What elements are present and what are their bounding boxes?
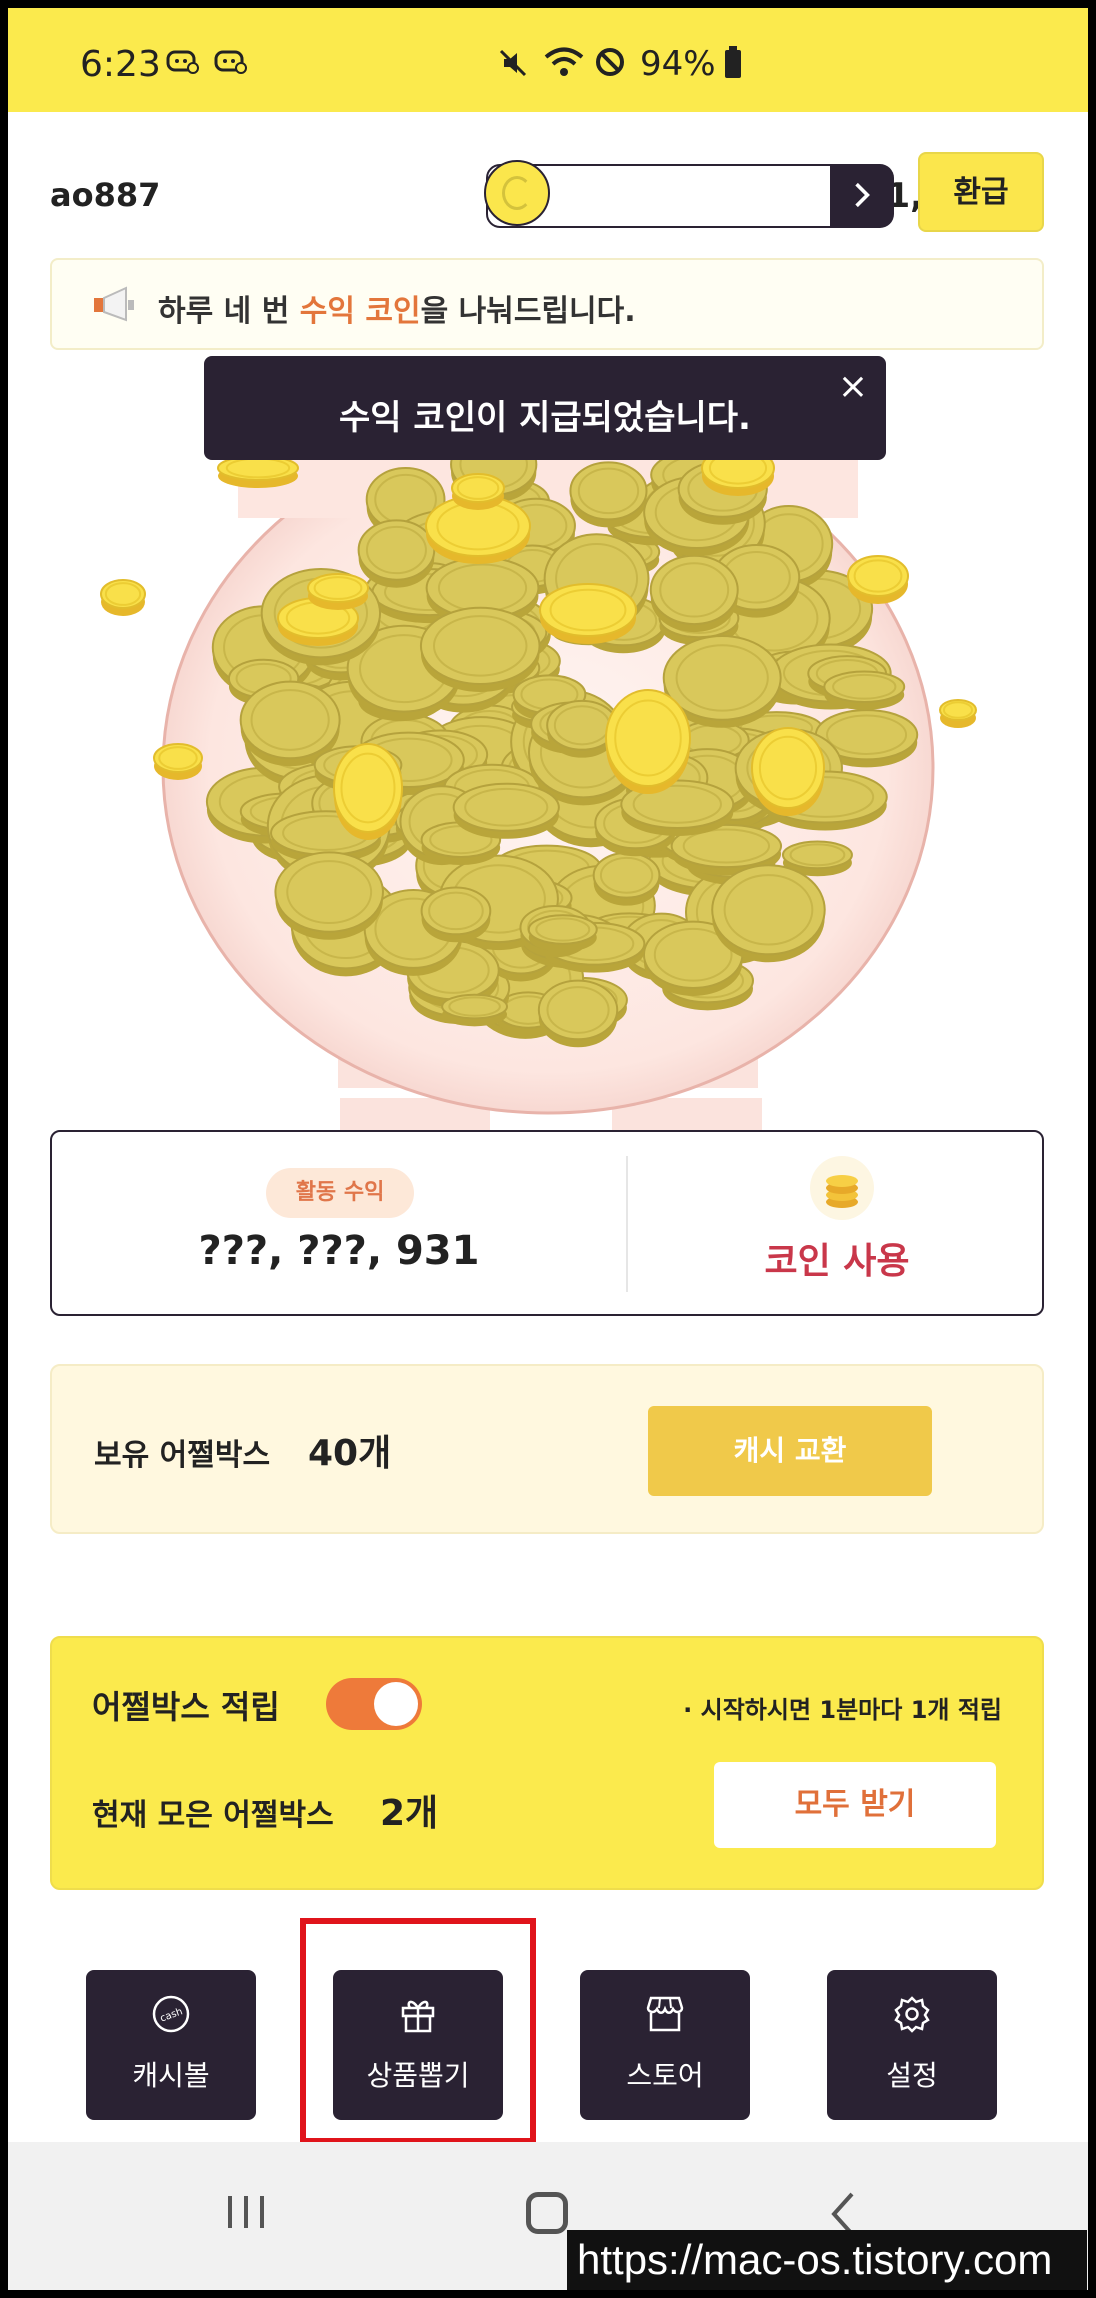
owned-box-count: 40개 <box>308 1433 392 1474</box>
current-box-count: 2개 <box>380 1793 439 1834</box>
menu-label-settings: 설정 <box>886 2059 938 2092</box>
do-not-disturb-icon <box>596 48 624 76</box>
menu-store[interactable]: 스토어 <box>580 1970 750 2120</box>
activity-income-chip: 활동 수익 <box>266 1168 414 1218</box>
status-bar: 6:23 94% <box>8 8 1088 112</box>
cash-ball-icon: cash <box>152 1995 190 2033</box>
coin-detail-arrow-button[interactable] <box>830 164 894 228</box>
status-time: 6:23 <box>80 44 161 85</box>
menu-cash-ball[interactable]: cash 캐시볼 <box>86 1970 256 2120</box>
app-screen: 6:23 94% ao887 1,405 <box>8 8 1088 2290</box>
menu-label-cash-ball: 캐시볼 <box>132 2059 210 2092</box>
accumulate-note: · 시작하시면 1분마다 1개 적립 <box>683 1696 1002 1724</box>
highlight-annotation-box <box>300 1918 536 2144</box>
svg-text:cash: cash <box>159 2006 185 2024</box>
coin-icon <box>484 160 550 226</box>
notification-icon-2 <box>214 50 247 74</box>
refund-button[interactable]: 환급 <box>918 152 1044 232</box>
piggy-bank-illustration <box>100 418 977 1138</box>
owned-box-card: 보유 어쩔박스 40개 캐시 교환 <box>50 1364 1044 1534</box>
username: ao887 <box>50 176 161 214</box>
chevron-right-icon <box>855 182 870 208</box>
activity-income-value: ???, ???, 931 <box>198 1228 480 1274</box>
battery-percent: 94% <box>640 44 716 84</box>
notice-text: 하루 네 번 수익 코인을 나눠드립니다. <box>158 286 636 330</box>
owned-box-label: 보유 어쩔박스 <box>94 1438 271 1473</box>
current-box-label: 현재 모은 어쩔박스 <box>92 1798 334 1833</box>
notification-icon <box>166 50 199 74</box>
recent-apps-icon[interactable] <box>224 2192 268 2232</box>
wifi-icon <box>544 47 584 76</box>
home-icon[interactable] <box>526 2192 568 2234</box>
store-icon <box>646 1996 684 2032</box>
coin-stack-icon <box>810 1156 874 1220</box>
receive-all-button[interactable]: 모두 받기 <box>714 1762 996 1848</box>
toast-text: 수익 코인이 지급되었습니다. <box>339 398 751 438</box>
toast-close-button[interactable]: × <box>838 366 868 407</box>
menu-label-store: 스토어 <box>626 2059 704 2092</box>
notice-suffix: 을 나눠드립니다. <box>420 294 636 329</box>
notice-banner: 하루 네 번 수익 코인을 나눠드립니다. <box>50 258 1044 350</box>
stats-card: 활동 수익 ???, ???, 931 코인 사용 <box>50 1130 1044 1316</box>
watermark-text: https://mac-os.tistory.com <box>567 2230 1087 2290</box>
gear-icon <box>894 1996 930 2033</box>
coin-use-button[interactable]: 코인 사용 <box>628 1232 1046 1284</box>
box-accumulate-card: 어쩔박스 적립 · 시작하시면 1분마다 1개 적립 현재 모은 어쩔박스 2개… <box>50 1636 1044 1890</box>
menu-settings[interactable]: 설정 <box>827 1970 997 2120</box>
accumulate-title: 어쩔박스 적립 <box>92 1688 280 1726</box>
battery-icon <box>725 46 741 78</box>
megaphone-icon <box>94 286 134 322</box>
toast-message: 수익 코인이 지급되었습니다. × <box>204 356 886 460</box>
accumulate-toggle[interactable] <box>326 1678 422 1730</box>
cash-exchange-button[interactable]: 캐시 교환 <box>648 1406 932 1496</box>
notice-prefix: 하루 네 번 <box>158 294 300 329</box>
mute-icon <box>499 49 527 77</box>
notice-highlight: 수익 코인 <box>299 294 421 329</box>
